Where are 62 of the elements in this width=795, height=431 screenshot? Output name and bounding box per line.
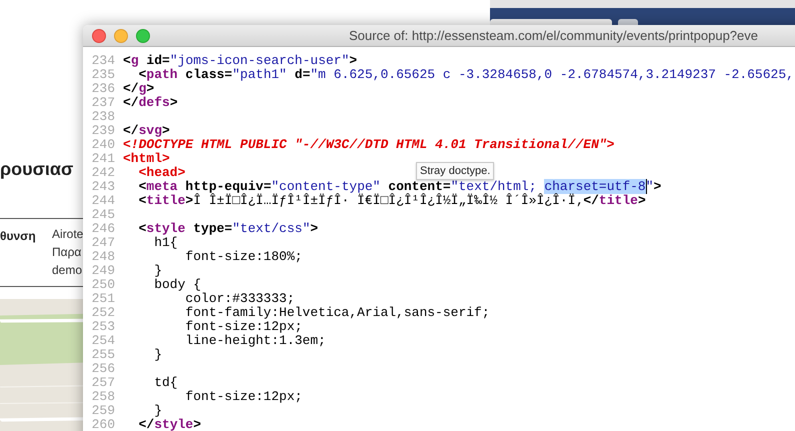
code-line: <g id="joms-icon-search-user"> xyxy=(123,54,358,68)
code-line: } xyxy=(153,264,162,278)
line-number: 251 xyxy=(90,292,116,306)
code-line: body { xyxy=(153,278,202,292)
code-line: <head> xyxy=(138,166,186,180)
code-line: td{ xyxy=(153,376,178,390)
line-number: 235 xyxy=(90,68,116,82)
line-number: 237 xyxy=(90,96,116,110)
line-number: 238 xyxy=(90,110,116,124)
window-title: Source of: http://essensteam.com/el/community/events/printpopup?eve xyxy=(349,28,758,43)
line-number: 255 xyxy=(90,348,116,362)
line-number: 239 xyxy=(90,124,116,138)
line-number: 257 xyxy=(90,376,116,390)
code-line: font-size:180%; xyxy=(184,250,302,264)
code-line: <style type="text/css"> xyxy=(138,222,318,236)
zoom-button[interactable] xyxy=(136,28,150,42)
code-line: line-height:1.3em; xyxy=(184,334,326,348)
code-line: font-size:12px; xyxy=(184,320,302,334)
code-line: font-size:12px; xyxy=(184,390,302,404)
line-number: 240 xyxy=(90,138,116,152)
code-line: </g> xyxy=(123,82,154,96)
line-number: 236 xyxy=(90,82,116,96)
code-line: </defs> xyxy=(123,96,178,110)
code-line: } xyxy=(153,348,162,362)
code-line: <!DOCTYPE HTML PUBLIC "-//W3C//DTD HTML 4.01 Transitional//EN"> xyxy=(123,138,614,152)
code-line: color:#333333; xyxy=(184,292,295,306)
line-number: 246 xyxy=(90,222,116,236)
code-line: <html> xyxy=(123,152,170,166)
line-number: 258 xyxy=(90,390,116,404)
line-number: 256 xyxy=(90,362,116,376)
code-line: </svg> xyxy=(123,124,170,138)
browser-tab[interactable] xyxy=(618,19,638,25)
line-number: 244 xyxy=(90,194,116,208)
line-number: 254 xyxy=(90,334,116,348)
page-heading: ρουσιασ xyxy=(0,158,74,180)
line-number: 243 xyxy=(90,180,116,194)
line-number: 252 xyxy=(90,306,116,320)
code-line: h1{ xyxy=(153,236,178,250)
line-number: 242 xyxy=(90,166,116,180)
line-number: 259 xyxy=(90,404,116,418)
code-line: font-family:Helvetica,Arial,sans-serif; xyxy=(184,306,490,320)
code-line: <path class="path1" d="m 6.625,0.65625 c -3.3284658,0 -2.6784574,3.2149237 -2.65625, xyxy=(138,68,794,82)
line-number: 245 xyxy=(90,208,116,222)
line-number: 253 xyxy=(90,320,116,334)
line-number: 248 xyxy=(90,250,116,264)
line-number: 247 xyxy=(90,236,116,250)
code-line: <title>Î Î±Ï□Î¿Ï…ÏƒÎ¹Î±ÏƒÎ· Ï€Ï□Î¿Î¹Î¿Î½Ï„Ï‰Î½ Î´Î»Î¿Î·Ï‚</title> xyxy=(138,194,646,208)
minimize-button[interactable] xyxy=(114,28,128,42)
code-line: <meta http-equiv="content-type" content="text/html; charset=utf-8"> xyxy=(138,180,662,194)
tooltip: Stray doctype. xyxy=(416,162,494,180)
detail-label: θυνση xyxy=(0,228,37,245)
code-line: } xyxy=(153,404,162,418)
close-button[interactable] xyxy=(92,28,106,42)
line-number: 249 xyxy=(90,264,116,278)
code-line: </style> xyxy=(138,418,202,431)
detail-text: Παρα xyxy=(52,245,82,259)
detail-text: Airote xyxy=(52,227,84,241)
line-number: 234 xyxy=(90,54,116,68)
line-number: 241 xyxy=(90,152,116,166)
line-number: 250 xyxy=(90,278,116,292)
detail-text: demo xyxy=(52,263,84,277)
line-number: 260 xyxy=(90,418,116,431)
